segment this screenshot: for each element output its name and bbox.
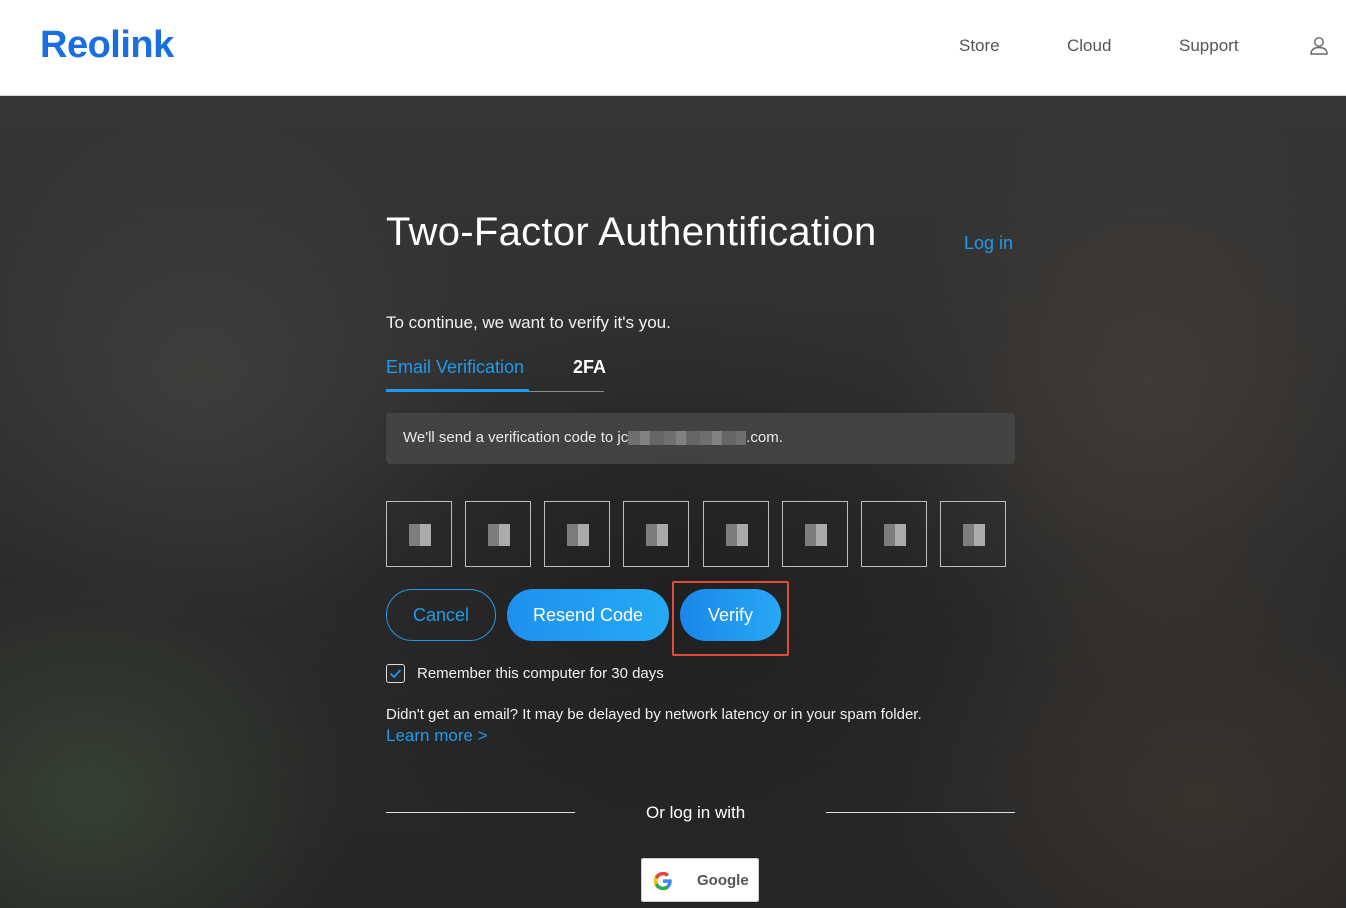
code-input-row (386, 501, 1006, 567)
notice-prefix: We'll send a verification code to jc (403, 429, 629, 446)
subtitle: To continue, we want to verify it's you. (386, 313, 671, 332)
redacted-digit (409, 524, 431, 546)
redacted-digit (726, 524, 748, 546)
redacted-email-mask (628, 431, 747, 446)
cancel-button[interactable]: Cancel (386, 589, 496, 641)
login-link[interactable]: Log in (964, 233, 1013, 254)
google-label: Google (697, 872, 749, 889)
code-digit-4[interactable] (623, 501, 689, 567)
nav-cloud[interactable]: Cloud (1067, 36, 1111, 56)
help-text: Didn't get an email? It may be delayed b… (386, 706, 922, 723)
reolink-logo[interactable]: Reolink (40, 24, 174, 67)
redacted-digit (567, 524, 589, 546)
code-digit-8[interactable] (940, 501, 1006, 567)
divider-right (826, 812, 1015, 813)
or-login-with-label: Or log in with (646, 803, 746, 822)
redacted-digit (646, 524, 668, 546)
code-digit-2[interactable] (465, 501, 531, 567)
redacted-digit (884, 524, 906, 546)
learn-more-link[interactable]: Learn more > (386, 726, 488, 746)
page-title: Two-Factor Authentification (386, 210, 877, 254)
redacted-digit (488, 524, 510, 546)
user-icon[interactable] (1309, 36, 1329, 56)
remember-checkbox[interactable] (386, 664, 405, 683)
nav-store[interactable]: Store (959, 36, 1000, 56)
nav-support[interactable]: Support (1179, 36, 1239, 56)
code-digit-1[interactable] (386, 501, 452, 567)
code-digit-3[interactable] (544, 501, 610, 567)
code-digit-6[interactable] (782, 501, 848, 567)
google-icon (653, 871, 672, 891)
two-factor-panel: Two-Factor Authentification Log in To co… (386, 96, 1016, 908)
top-navigation-bar: Reolink Store Cloud Support (0, 0, 1346, 96)
redacted-digit (805, 524, 827, 546)
code-digit-7[interactable] (861, 501, 927, 567)
notice-text: We'll send a verification code to jc .com… (403, 429, 783, 446)
google-login-button[interactable]: Google (641, 858, 759, 902)
verification-tabs: Email Verification 2FA (386, 354, 606, 392)
tab-email-verification[interactable]: Email Verification (386, 357, 524, 378)
redacted-digit (963, 524, 985, 546)
active-tab-indicator (386, 389, 529, 392)
resend-code-button[interactable]: Resend Code (507, 589, 669, 641)
divider-left (386, 812, 575, 813)
notice-suffix: .com. (746, 429, 783, 446)
remember-label: Remember this computer for 30 days (417, 665, 664, 682)
email-notice: We'll send a verification code to jc .com… (386, 413, 1015, 464)
verify-highlight-box (672, 581, 789, 656)
tab-2fa[interactable]: 2FA (573, 357, 606, 378)
code-digit-5[interactable] (703, 501, 769, 567)
